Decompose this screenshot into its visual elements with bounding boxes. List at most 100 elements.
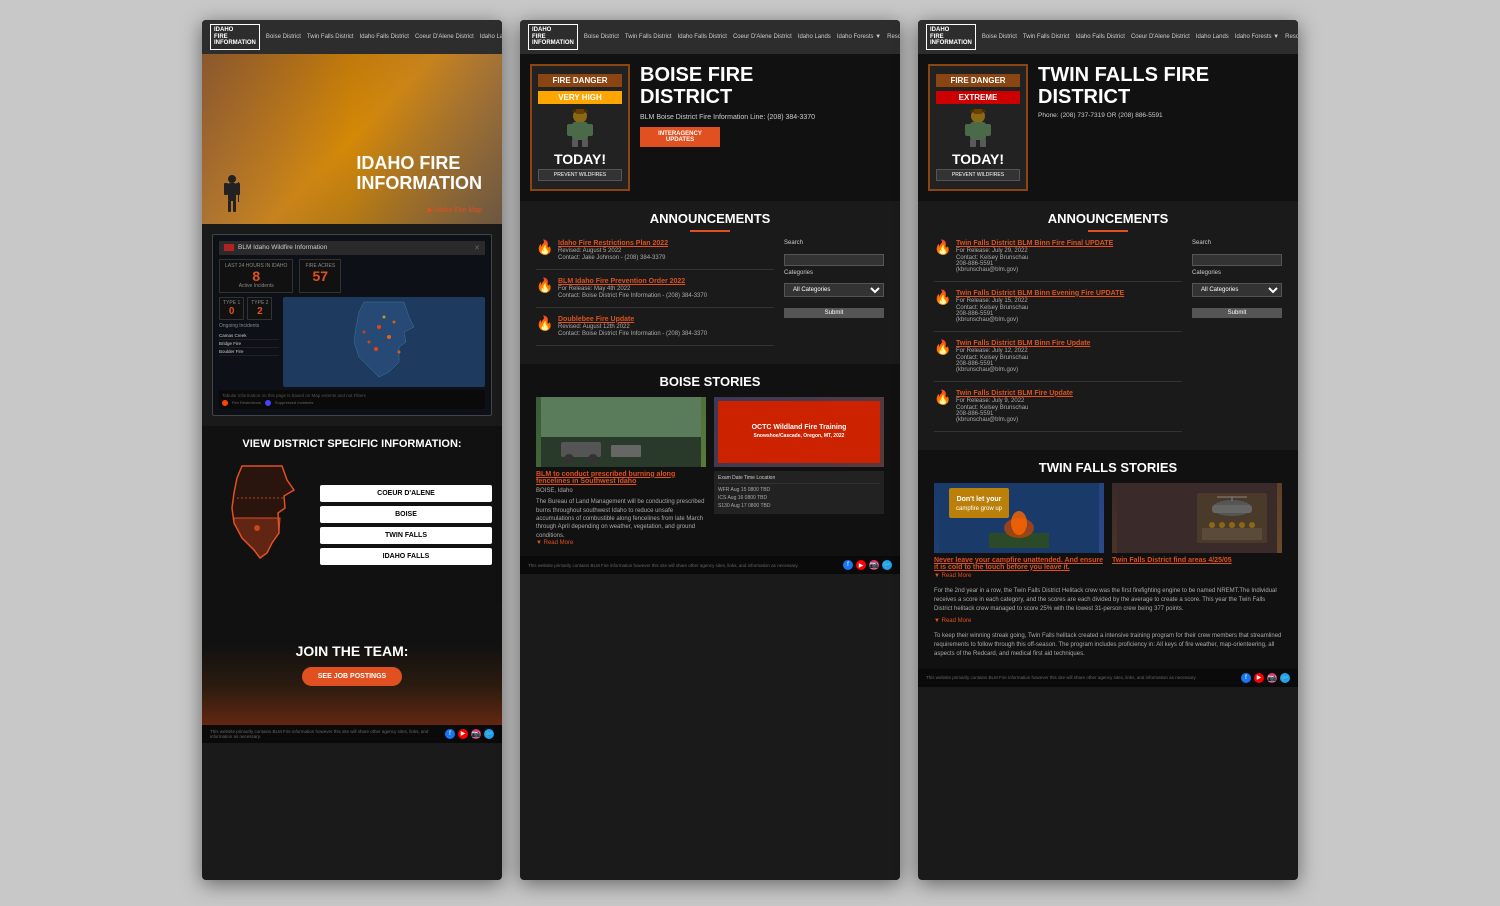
- nav3-resources[interactable]: Resources ▼: [1285, 34, 1298, 40]
- map-legend: Fire Restrictions Suppressed Incidents: [222, 400, 482, 406]
- boise-phone: BLM Boise District Fire Information Line…: [640, 114, 890, 121]
- type-stats: Type 1 0 Type 2 2: [219, 297, 279, 320]
- social-icons-2: f ▶ 📷 🐦: [843, 560, 892, 570]
- twin-read-more-2[interactable]: ▼ Read More: [934, 617, 1282, 626]
- nav-links-3: Boise District Twin Falls District Idaho…: [982, 34, 1298, 40]
- nav2-twinfalls[interactable]: Twin Falls District: [625, 34, 672, 40]
- coeur-dalene-btn[interactable]: Coeur D'Alene: [320, 485, 492, 502]
- twin-read-more-1[interactable]: ▼ Read More: [934, 573, 1104, 579]
- nav-link-coeur[interactable]: Coeur D'Alene District: [415, 34, 474, 40]
- announce-title-2[interactable]: BLM Idaho Fire Prevention Order 2022: [558, 278, 707, 285]
- interagency-btn[interactable]: INTERAGENCY UPDATES: [640, 127, 720, 147]
- twin-announce-title-3[interactable]: Twin Falls District BLM Binn Fire Update: [956, 340, 1090, 347]
- nav3-lands[interactable]: Idaho Lands: [1196, 34, 1229, 40]
- facebook-icon[interactable]: f: [445, 729, 455, 739]
- twin-search-input[interactable]: [1192, 254, 1282, 266]
- announce-content: 🔥 Idaho Fire Restrictions Plan 2022 Revi…: [536, 240, 884, 354]
- idaho-fire-map-link[interactable]: ▶ Idaho Fire Map: [428, 206, 482, 214]
- twitter-icon[interactable]: 🐦: [484, 729, 494, 739]
- youtube-icon-3[interactable]: ▶: [1254, 673, 1264, 683]
- nav-logo-3[interactable]: IDAHO FIRE INFORMATION: [926, 24, 976, 50]
- nav2-forests[interactable]: Idaho Forests ▼: [837, 34, 881, 40]
- twin-story-title-1[interactable]: Never leave your campfire unattended. An…: [934, 557, 1104, 571]
- instagram-icon[interactable]: 📷: [471, 729, 481, 739]
- blm-flag: [224, 244, 234, 251]
- instagram-icon-3[interactable]: 📷: [1267, 673, 1277, 683]
- nav2-resources[interactable]: Resources ▼: [887, 34, 900, 40]
- announce-title-3[interactable]: Doublebee Fire Update: [558, 316, 707, 323]
- map-close-icon[interactable]: ✕: [474, 244, 480, 252]
- nav-link-idahofalls[interactable]: Idaho Falls District: [360, 34, 409, 40]
- map-widget-header: BLM Idaho Wildfire Information ✕: [219, 241, 485, 255]
- twin-announce-email-1: (kbrunschau@blm.gov): [956, 267, 1113, 273]
- announce-item-3: 🔥 Doublebee Fire Update Revised: August …: [536, 316, 774, 346]
- boise-btn[interactable]: Boise: [320, 506, 492, 523]
- twin-hero: FIRE DANGER Extreme TODAY!: [918, 54, 1298, 201]
- nav-link-twinfalls[interactable]: Twin Falls District: [307, 34, 354, 40]
- job-postings-btn[interactable]: SEE JOB POSTINGS: [302, 667, 402, 686]
- type1-stat: Type 1 0: [219, 297, 244, 320]
- nav3-forests[interactable]: Idaho Forests ▼: [1235, 34, 1279, 40]
- boise-read-more-1[interactable]: ▼ Read More: [536, 540, 706, 546]
- twin-announce-list: 🔥 Twin Falls District BLM Binn Fire Fina…: [934, 240, 1182, 440]
- announce-contact-3: Contact: Boise District Fire Information…: [558, 331, 707, 337]
- facebook-icon-2[interactable]: f: [843, 560, 853, 570]
- twin-announce-email-3: (kbrunschau@blm.gov): [956, 367, 1090, 373]
- nav2-idahofalls[interactable]: Idaho Falls District: [678, 34, 727, 40]
- twin-category-label: Categories: [1192, 270, 1282, 276]
- search-input-boise[interactable]: [784, 254, 884, 266]
- nav-logo-2[interactable]: IDAHO FIRE INFORMATION: [528, 24, 578, 50]
- twin-category-select[interactable]: All Categories: [1192, 283, 1282, 297]
- nav3-coeur[interactable]: Coeur D'Alene District: [1131, 34, 1190, 40]
- twin-falls-btn[interactable]: Twin Falls: [320, 527, 492, 544]
- training-table: Exam Date Time Location WFR Aug 15 0800 …: [714, 471, 884, 514]
- twin-fire-icon-1: 🔥: [934, 240, 950, 256]
- map-visual-area[interactable]: [283, 297, 485, 387]
- category-select-boise[interactable]: All Categories: [784, 283, 884, 297]
- boise-hero: FIRE DANGER Very High: [520, 54, 900, 201]
- boise-story-title-1[interactable]: BLM to conduct prescribed burning along …: [536, 471, 706, 485]
- youtube-icon[interactable]: ▶: [458, 729, 468, 739]
- twin-search-submit-btn[interactable]: Submit: [1192, 308, 1282, 318]
- nav3-boise[interactable]: Boise District: [982, 34, 1017, 40]
- type2-stat: Type 2 2: [247, 297, 272, 320]
- twin-announce-title-4[interactable]: Twin Falls District BLM Fire Update: [956, 390, 1073, 397]
- idaho-falls-btn[interactable]: Idaho Falls: [320, 548, 492, 565]
- twin-announce-title-1[interactable]: Twin Falls District BLM Binn Fire Final …: [956, 240, 1113, 247]
- twin-prevent-wildfires-btn[interactable]: PREVENT WILDFIRES: [936, 169, 1020, 181]
- twin-stories-grid: Don't let your campfire grow up Never le…: [934, 483, 1282, 579]
- nav2-coeur[interactable]: Coeur D'Alene District: [733, 34, 792, 40]
- search-submit-btn-boise[interactable]: Submit: [784, 308, 884, 318]
- story-image-2: OCTC Wildland Fire Training Snowshoe/Cas…: [714, 397, 884, 467]
- nav2-lands[interactable]: Idaho Lands: [798, 34, 831, 40]
- youtube-icon-2[interactable]: ▶: [856, 560, 866, 570]
- announce-date-2: For Release: May 4th 2022: [558, 286, 707, 292]
- twin-announce-item-3: 🔥 Twin Falls District BLM Binn Fire Upda…: [934, 340, 1182, 382]
- announce-list: 🔥 Idaho Fire Restrictions Plan 2022 Revi…: [536, 240, 774, 354]
- twin-story-title-2[interactable]: Twin Falls District find areas 4/25/05: [1112, 557, 1282, 564]
- announce-title-1[interactable]: Idaho Fire Restrictions Plan 2022: [558, 240, 668, 247]
- twin-announce-date-1: For Release: July 29, 2022: [956, 248, 1113, 254]
- twin-announce-item-1: 🔥 Twin Falls District BLM Binn Fire Fina…: [934, 240, 1182, 282]
- twin-announce-date-4: For Release: July 9, 2022: [956, 398, 1073, 404]
- svg-text:campfire grow up: campfire grow up: [956, 506, 1003, 512]
- announce-item-1: 🔥 Idaho Fire Restrictions Plan 2022 Revi…: [536, 240, 774, 270]
- prevent-wildfires-btn[interactable]: PREVENT WILDFIRES: [538, 169, 622, 181]
- nav3-idahofalls[interactable]: Idaho Falls District: [1076, 34, 1125, 40]
- twin-announce-title-2[interactable]: Twin Falls District BLM Binn Evening Fir…: [956, 290, 1124, 297]
- nav-link-idaholands[interactable]: Idaho Lands: [480, 34, 502, 40]
- idaho-map-svg: [212, 458, 312, 593]
- twin-announce-3-content: Twin Falls District BLM Binn Fire Update…: [956, 340, 1090, 373]
- nav-link-boise[interactable]: Boise District: [266, 34, 301, 40]
- instagram-icon-2[interactable]: 📷: [869, 560, 879, 570]
- boise-stories-grid: BLM to conduct prescribed burning along …: [536, 397, 884, 546]
- twitter-icon-3[interactable]: 🐦: [1280, 673, 1290, 683]
- nav-logo-1[interactable]: IDAHO FIRE INFORMATION: [210, 24, 260, 50]
- facebook-icon-3[interactable]: f: [1241, 673, 1251, 683]
- twin-announce-item-4: 🔥 Twin Falls District BLM Fire Update Fo…: [934, 390, 1182, 432]
- boise-story-text-1: The Bureau of Land Management will be co…: [536, 498, 706, 540]
- nav2-boise[interactable]: Boise District: [584, 34, 619, 40]
- nav3-twinfalls[interactable]: Twin Falls District: [1023, 34, 1070, 40]
- twitter-icon-2[interactable]: 🐦: [882, 560, 892, 570]
- twin-fire-danger-label: FIRE DANGER: [936, 74, 1020, 87]
